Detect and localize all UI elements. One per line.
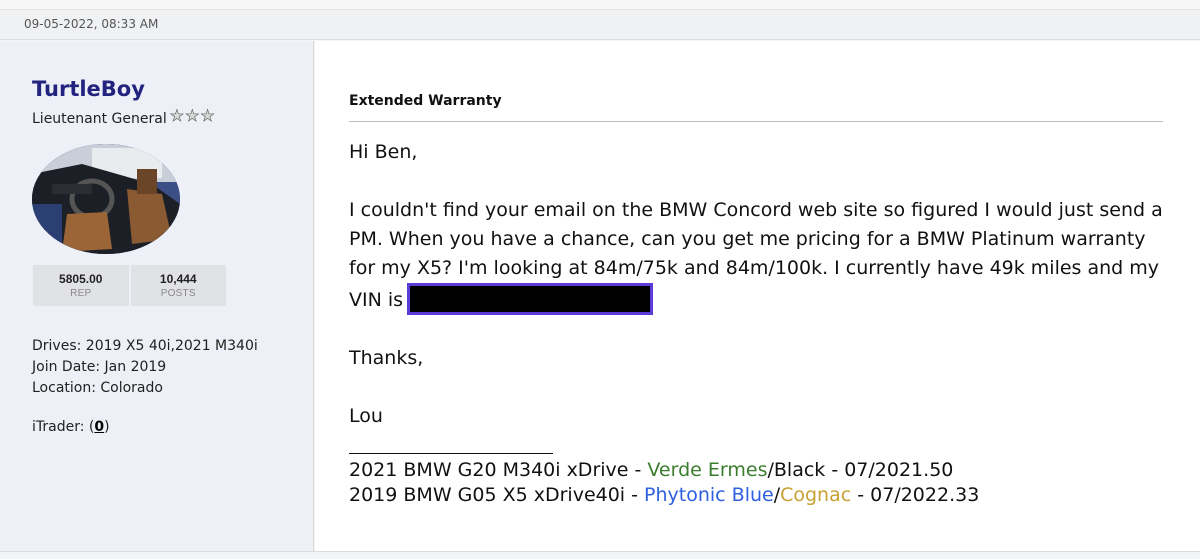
sig2-suffix: - 07/2022.33 [851,484,980,506]
itrader-label: iTrader: ( [32,419,95,435]
username-link[interactable]: TurtleBoy [32,77,145,101]
forum-post-page: 09-05-2022, 08:33 AM TurtleBoy Lieutenan… [0,0,1200,559]
post-paragraph: I couldn't find your email on the BMW Co… [349,196,1169,315]
user-sidebar: TurtleBoy Lieutenant General ★ ★ ★ 5805.… [0,41,314,551]
sig2-prefix: 2019 BMW G05 X5 xDrive40i - [349,484,645,506]
user-join-date: Join Date: Jan 2019 [32,359,167,375]
star-icon: ★ [169,106,185,125]
star-icon: ★ [200,106,215,125]
post-date: 09-05-2022, 08:33 AM [24,17,159,31]
post-body: Hi Ben, I couldn't find your email on th… [349,138,1169,508]
rank-row: Lieutenant General ★ ★ ★ [32,106,216,127]
sig1-color-verde-ermes: Verde Ermes [647,459,768,481]
rep-value: 5805.00 [59,272,103,286]
user-info: Drives: 2019 X5 40i,2021 M340i Join Date… [32,336,258,399]
car-interior-photo [32,144,180,254]
user-stats: 5805.00 REP 10,444 POSTS [33,265,226,306]
rep-stat: 5805.00 REP [33,265,129,306]
post-title: Extended Warranty [349,93,502,109]
itrader-link[interactable]: 0 [94,419,104,435]
signature-divider [349,453,553,454]
itrader-close: ) [104,419,110,435]
signature-line-2: 2019 BMW G05 X5 xDrive40i - Phytonic Blu… [349,483,1169,508]
post-content: Extended Warranty Hi Ben, I couldn't fin… [315,41,1200,551]
itrader: iTrader: (0) [32,419,110,435]
title-divider [349,121,1163,122]
user-location: Location: Colorado [32,380,163,396]
sig1-prefix: 2021 BMW G20 M340i xDrive - [349,459,648,481]
posts-stat: 10,444 POSTS [130,265,226,306]
post-date-bar: 09-05-2022, 08:33 AM [0,10,1200,40]
signature-line-1: 2021 BMW G20 M340i xDrive - Verde Ermes/… [349,458,1169,483]
star-icon: ★ [185,106,200,125]
bottom-strip [0,551,1200,559]
redaction-box [407,283,654,315]
top-strip [0,0,1200,10]
sig1-suffix: - 07/2021.50 [825,459,954,481]
posts-value: 10,444 [159,272,197,286]
user-drives: Drives: 2019 X5 40i,2021 M340i [32,338,258,354]
sig2-color-cognac: Cognac [780,484,852,506]
sig1-color-black: Black [773,459,826,481]
post-greeting: Hi Ben, [349,141,418,163]
avatar[interactable] [32,144,180,254]
posts-label: POSTS [160,288,196,299]
sig2-color-phytonic-blue: Phytonic Blue [644,484,774,506]
rank-stars: ★ ★ ★ [169,106,216,125]
rep-label: REP [70,288,92,299]
post-thanks: Thanks, [349,347,424,369]
user-rank: Lieutenant General [32,111,167,127]
post-closing: Lou [349,405,383,427]
